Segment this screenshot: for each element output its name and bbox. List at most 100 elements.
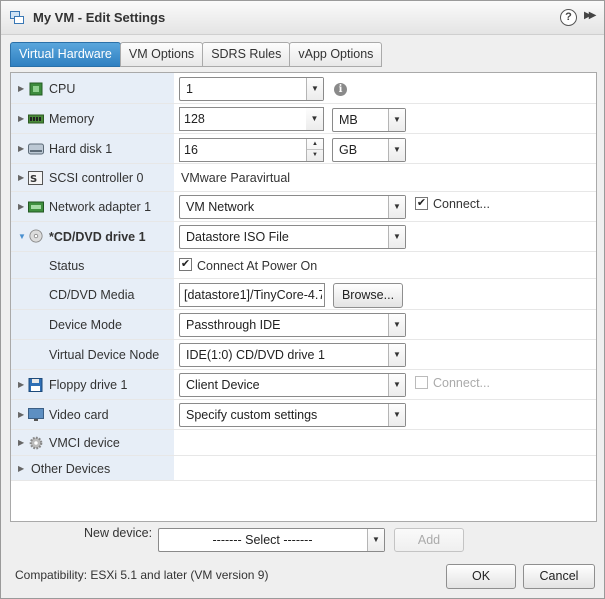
expand-caret-icon[interactable]: ▶ [18,84,24,93]
cpu-label: CPU [49,82,76,96]
edit-settings-dialog: My VM - Edit Settings ? ▶▶ Virtual Hardw… [0,0,605,599]
dialog-title: My VM - Edit Settings [33,10,166,25]
row-device-mode: Device Mode Passthrough IDE ▼ [11,310,596,340]
cpu-select[interactable]: 1 ▼ [179,77,324,101]
row-video-card: ▶ Video card Specify custom settings ▼ [11,400,596,430]
collapse-caret-icon[interactable]: ▼ [18,232,26,241]
scsi-controller-type: VMware Paravirtual [181,171,291,185]
expand-caret-icon[interactable]: ▶ [18,202,24,211]
virtual-device-node-select[interactable]: IDE(1:0) CD/DVD drive 1 ▼ [179,343,406,367]
svg-text:S: S [30,174,37,185]
device-mode-select[interactable]: Passthrough IDE ▼ [179,313,406,337]
row-cddvd-drive: ▼ *CD/DVD drive 1 Datastore ISO File ▼ [11,222,596,252]
expand-caret-icon[interactable]: ▶ [18,380,24,389]
connect-at-power-on-label: Connect At Power On [197,259,318,273]
gear-icon [29,436,43,450]
tab-virtual-hardware[interactable]: Virtual Hardware [10,42,121,67]
floppy-drive-label: Floppy drive 1 [49,378,128,392]
expand-caret-icon[interactable]: ▶ [18,464,24,473]
chevron-down-icon: ▼ [388,139,405,161]
hard-disk-unit-select[interactable]: GB ▼ [332,138,406,162]
hard-disk-icon [28,143,44,155]
hardware-panel: ▶ CPU 1 ▼ i ▶ Memory 128 ▼ MB ▼ ▶ Hard d… [10,72,597,522]
row-vmci-device: ▶ VMCI device [11,430,596,456]
cpu-icon [29,82,43,96]
video-card-select[interactable]: Specify custom settings ▼ [179,403,406,427]
hard-disk-size-input[interactable]: 16 ▲ ▼ [179,138,324,162]
chevron-down-icon: ▼ [388,109,405,131]
cddvd-media-path-field[interactable]: [datastore1]/TinyCore-4.7. [179,283,325,307]
floppy-type-select[interactable]: Client Device ▼ [179,373,406,397]
memory-label: Memory [49,112,95,126]
network-select[interactable]: VM Network ▼ [179,195,406,219]
expand-icon[interactable]: ▶▶ [584,10,597,21]
status-label: Status [49,259,85,273]
tab-sdrs-rules[interactable]: SDRS Rules [202,42,291,67]
monitor-icon [28,408,44,421]
tab-vapp-options[interactable]: vApp Options [289,42,383,67]
ok-button[interactable]: OK [446,564,516,589]
chevron-down-icon[interactable]: ▼ [306,108,323,130]
chevron-down-icon: ▼ [367,529,384,551]
cddvd-drive-label: *CD/DVD drive 1 [49,230,146,244]
chevron-down-icon: ▼ [306,78,323,100]
memory-unit-select[interactable]: MB ▼ [332,108,406,132]
chevron-up-icon[interactable]: ▲ [307,139,323,150]
row-scsi-controller: ▶ S SCSI controller 0 VMware Paravirtual [11,164,596,192]
chevron-down-icon: ▼ [388,226,405,248]
expand-caret-icon[interactable]: ▶ [18,173,24,182]
row-virtual-device-node: Virtual Device Node IDE(1:0) CD/DVD driv… [11,340,596,370]
cd-dvd-icon [29,229,43,243]
chevron-down-icon[interactable]: ▼ [307,150,323,161]
add-device-button[interactable]: Add [394,528,464,552]
expand-caret-icon[interactable]: ▶ [18,144,24,153]
row-cddvd-media: CD/DVD Media [datastore1]/TinyCore-4.7. … [11,279,596,310]
row-other-devices: ▶ Other Devices [11,456,596,481]
chevron-down-icon: ▼ [388,344,405,366]
video-card-label: Video card [49,408,109,422]
chevron-down-icon: ▼ [388,404,405,426]
floppy-connect-label: Connect... [433,376,490,390]
scsi-controller-label: SCSI controller 0 [49,171,144,185]
compatibility-text: Compatibility: ESXi 5.1 and later (VM ve… [15,568,269,582]
device-mode-label: Device Mode [49,318,122,332]
row-cddvd-status: Status ✔ Connect At Power On [11,252,596,279]
network-adapter-label: Network adapter 1 [49,200,152,214]
info-icon[interactable]: i [334,83,347,96]
memory-input[interactable]: 128 ▼ [179,107,324,131]
tab-vm-options[interactable]: VM Options [119,42,204,67]
row-hard-disk: ▶ Hard disk 1 16 ▲ ▼ GB ▼ [11,134,596,164]
cddvd-type-select[interactable]: Datastore ISO File ▼ [179,225,406,249]
tab-bar: Virtual Hardware VM Options SDRS Rules v… [10,42,383,67]
other-devices-label: Other Devices [31,462,111,476]
cddvd-media-label: CD/DVD Media [49,288,135,302]
connect-at-power-on-checkbox[interactable]: ✔ [179,258,192,271]
chevron-down-icon: ▼ [388,196,405,218]
floppy-icon [28,378,43,392]
expand-caret-icon[interactable]: ▶ [18,114,24,123]
row-floppy-drive: ▶ Floppy drive 1 Client Device ▼ Connect… [11,370,596,400]
chevron-down-icon: ▼ [388,314,405,336]
size-stepper[interactable]: ▲ ▼ [306,139,323,161]
floppy-connect-checkbox [415,376,428,389]
title-bar: My VM - Edit Settings ? ▶▶ [1,1,604,35]
browse-button[interactable]: Browse... [333,283,403,308]
chevron-down-icon: ▼ [388,374,405,396]
cancel-button[interactable]: Cancel [523,564,595,589]
memory-icon [28,114,44,124]
row-memory: ▶ Memory 128 ▼ MB ▼ [11,104,596,134]
new-device-select[interactable]: ------- Select ------- ▼ [158,528,385,552]
expand-caret-icon[interactable]: ▶ [18,438,24,447]
network-adapter-icon [28,201,44,213]
row-cpu: ▶ CPU 1 ▼ i [11,73,596,104]
virtual-device-node-label: Virtual Device Node [49,348,160,362]
vm-icon [10,11,24,24]
network-connect-label: Connect... [433,197,490,211]
vmci-device-label: VMCI device [49,436,120,450]
expand-caret-icon[interactable]: ▶ [18,410,24,419]
hard-disk-label: Hard disk 1 [49,142,113,156]
help-icon[interactable]: ? [560,9,577,26]
row-network-adapter: ▶ Network adapter 1 VM Network ▼ ✔ Conne… [11,192,596,222]
scsi-controller-icon: S [28,171,43,185]
network-connect-checkbox[interactable]: ✔ [415,197,428,210]
